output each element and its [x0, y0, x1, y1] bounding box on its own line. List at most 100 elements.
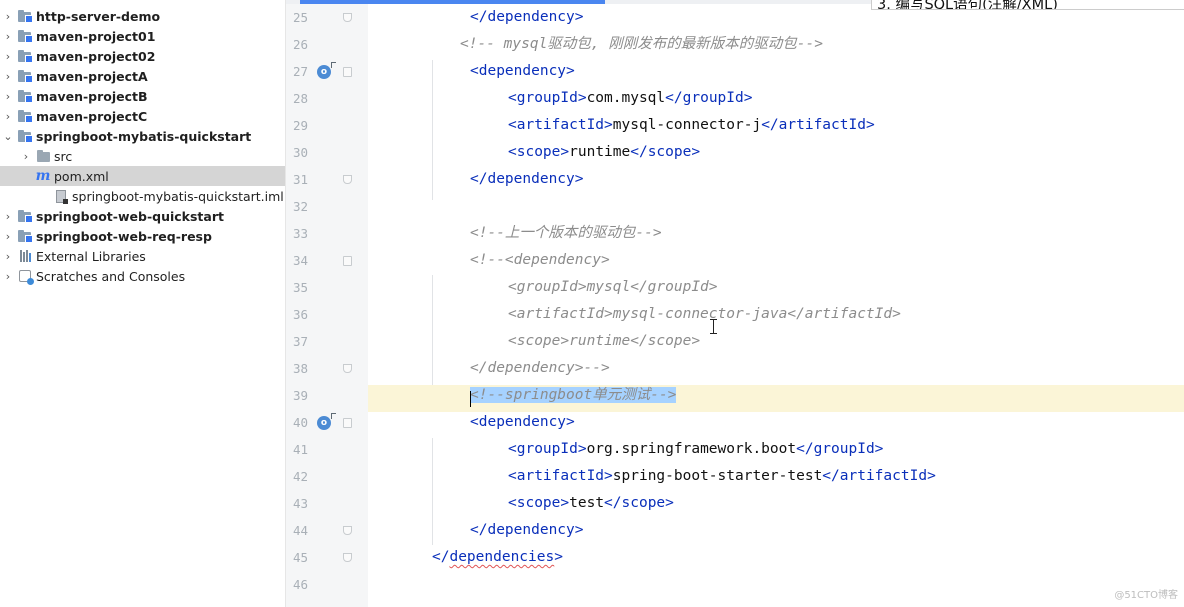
tree-item[interactable]: springboot-mybatis-quickstart.iml: [0, 186, 285, 206]
fold-toggle-icon[interactable]: [343, 67, 352, 77]
code-line[interactable]: </dependency>: [470, 519, 584, 541]
chevron-right-icon[interactable]: ›: [2, 250, 14, 263]
indent-guide: [432, 275, 433, 385]
tree-item[interactable]: › maven-projectC: [0, 106, 285, 126]
tree-item-label: maven-project02: [36, 48, 156, 64]
fold-toggle-icon[interactable]: [343, 13, 352, 22]
line-number: 42: [292, 469, 308, 484]
line-number: 28: [292, 91, 308, 106]
code-line[interactable]: <dependency>: [470, 60, 575, 82]
code-tag: </: [604, 495, 622, 511]
fold-toggle-icon[interactable]: [343, 526, 352, 535]
code-line[interactable]: <scope>runtime</scope>: [508, 141, 700, 163]
code-line[interactable]: </dependency>: [470, 6, 584, 28]
line-number: 35: [292, 280, 308, 295]
code-line[interactable]: <!--上一个版本的驱动包-->: [470, 222, 662, 244]
code-tag: >: [574, 9, 584, 25]
code-tag: groupId: [516, 90, 578, 106]
line-number: 31: [292, 172, 308, 187]
code-line[interactable]: </dependency>: [470, 168, 584, 190]
tree-item[interactable]: › src: [0, 146, 285, 166]
libraries-icon: [17, 248, 33, 264]
overlay-note-text: 3. 编写SQL语句(注解/XML): [877, 0, 1058, 10]
fold-toggle-icon[interactable]: [343, 256, 352, 266]
code-comment: </dependency>-->: [470, 360, 610, 376]
code-comment: <!--springboot单元测试-->: [470, 387, 677, 403]
code-text: org.springframework.boot: [586, 441, 797, 457]
code-text: spring-boot-starter-test: [612, 468, 823, 484]
code-tag: >: [577, 90, 587, 106]
code-line[interactable]: <dependency>: [470, 411, 575, 433]
tree-item[interactable]: › springboot-web-req-resp: [0, 226, 285, 246]
code-line[interactable]: </dependency>-->: [470, 357, 610, 379]
code-editor[interactable]: 25 26 27 o 28 29 30 31 32 33 34 35 36 37 38 39 40 o 41 42 43…: [286, 0, 1184, 607]
tree-item[interactable]: › maven-projectB: [0, 86, 285, 106]
chevron-right-icon[interactable]: ›: [2, 90, 14, 103]
tree-item-label: External Libraries: [36, 248, 146, 264]
chevron-right-icon[interactable]: ›: [2, 110, 14, 123]
code-tag: <: [470, 63, 479, 79]
tree-item[interactable]: › http-server-demo: [0, 6, 285, 26]
tree-item-label: springboot-web-req-resp: [36, 228, 212, 244]
code-tag: >: [560, 144, 570, 160]
maven-dependency-gutter-icon[interactable]: o: [317, 62, 336, 79]
tree-item[interactable]: › springboot-web-quickstart: [0, 206, 285, 226]
code-line[interactable]: <groupId>mysql</groupId>: [508, 276, 718, 298]
line-number: 29: [292, 118, 308, 133]
module-folder-icon: [17, 88, 33, 104]
chevron-right-icon[interactable]: ›: [2, 10, 14, 23]
code-tag: >: [743, 90, 753, 106]
maven-dependency-gutter-icon[interactable]: o: [317, 413, 336, 430]
chevron-right-icon[interactable]: ›: [2, 50, 14, 63]
code-line[interactable]: <!-- mysql驱动包, 刚刚发布的最新版本的驱动包-->: [460, 33, 823, 55]
tree-item[interactable]: m pom.xml: [0, 166, 285, 186]
code-line[interactable]: <groupId>org.springframework.boot</group…: [508, 438, 883, 460]
fold-toggle-icon[interactable]: [343, 364, 352, 373]
module-folder-icon: [17, 208, 33, 224]
chevron-right-icon[interactable]: ›: [2, 270, 14, 283]
code-line[interactable]: <artifactId>spring-boot-starter-test</ar…: [508, 465, 936, 487]
chevron-right-icon[interactable]: ›: [2, 70, 14, 83]
line-number: 37: [292, 334, 308, 349]
tree-item[interactable]: › Scratches and Consoles: [0, 266, 285, 286]
tree-item[interactable]: › maven-project02: [0, 46, 285, 66]
code-comment: <!--<dependency>: [470, 252, 610, 268]
fold-toggle-icon[interactable]: [343, 418, 352, 428]
chevron-right-icon[interactable]: ›: [2, 230, 14, 243]
code-line[interactable]: <groupId>com.mysql</groupId>: [508, 87, 752, 109]
code-tag: dependency: [487, 9, 575, 25]
code-tag: artifactId: [516, 468, 605, 484]
code-line[interactable]: </dependencies>: [432, 546, 563, 568]
folder-icon: [35, 148, 51, 164]
tree-item[interactable]: ⌄ springboot-mybatis-quickstart: [0, 126, 285, 146]
code-tag: groupId: [516, 441, 578, 457]
line-number: 39: [292, 388, 308, 403]
code-tag: </: [796, 441, 814, 457]
code-tag: >: [577, 441, 587, 457]
chevron-right-icon[interactable]: ›: [20, 150, 32, 163]
tree-item[interactable]: › External Libraries: [0, 246, 285, 266]
code-line[interactable]: <!--springboot单元测试-->: [470, 384, 677, 406]
fold-toggle-icon[interactable]: [343, 553, 352, 562]
tree-item[interactable]: › maven-project01: [0, 26, 285, 46]
chevron-right-icon[interactable]: ›: [2, 210, 14, 223]
line-number: 46: [292, 577, 308, 592]
fold-toggle-icon[interactable]: [343, 175, 352, 184]
code-tag: >: [604, 468, 613, 484]
code-line[interactable]: <scope>test</scope>: [508, 492, 674, 514]
module-folder-icon: [17, 228, 33, 244]
code-line[interactable]: <scope>runtime</scope>: [508, 330, 700, 352]
code-tag: <: [508, 90, 517, 106]
module-folder-icon: [17, 108, 33, 124]
tree-item-label: springboot-web-quickstart: [36, 208, 224, 224]
code-tag: dependencies: [449, 549, 555, 565]
code-line[interactable]: <artifactId>mysql-connector-java</artifa…: [508, 303, 901, 325]
code-text: test: [569, 495, 605, 511]
code-tag: scope: [621, 495, 666, 511]
code-line[interactable]: <!--<dependency>: [470, 249, 610, 271]
code-line[interactable]: <artifactId>mysql-connector-j</artifactI…: [508, 114, 875, 136]
tree-item[interactable]: › maven-projectA: [0, 66, 285, 86]
chevron-down-icon[interactable]: ⌄: [2, 130, 14, 143]
chevron-right-icon[interactable]: ›: [2, 30, 14, 43]
code-tag: <: [508, 495, 517, 511]
